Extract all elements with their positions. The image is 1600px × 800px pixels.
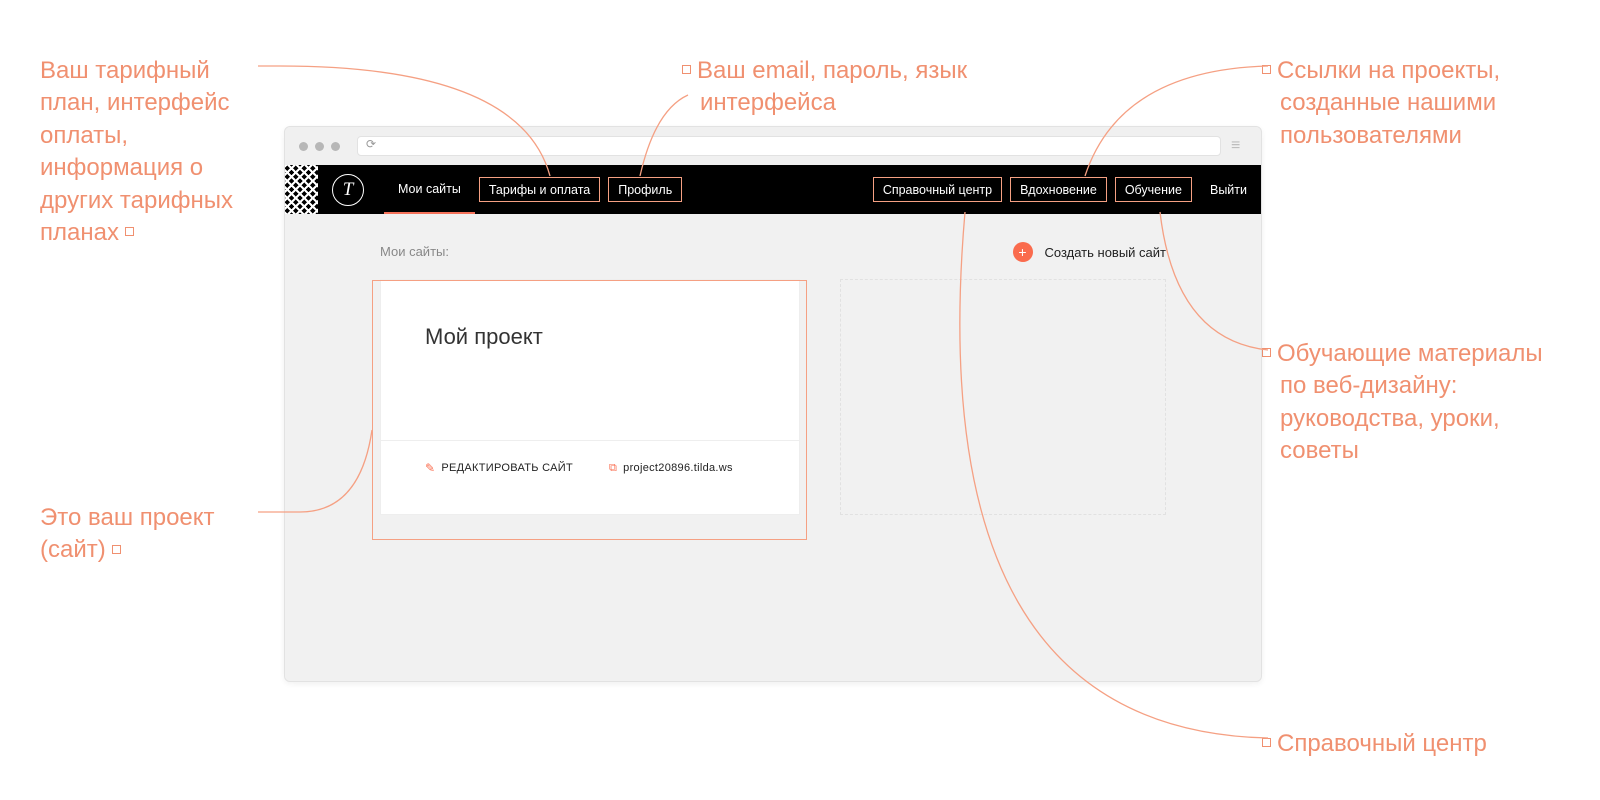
- url-bar[interactable]: [357, 136, 1221, 156]
- pencil-icon: ✎: [425, 461, 435, 475]
- create-site-label: Создать новый сайт: [1045, 245, 1167, 260]
- content-area: Мои сайты: + Создать новый сайт Мой прое…: [285, 214, 1261, 681]
- top-nav: T Мои сайты Тарифы и оплата Профиль Спра…: [285, 165, 1261, 214]
- annotation-help: Справочный центр: [1280, 728, 1570, 760]
- nav-my-sites[interactable]: Мои сайты: [384, 165, 475, 214]
- nav-logout[interactable]: Выйти: [1196, 165, 1261, 214]
- annotation-tariffs: Ваш тарифный план, интерфейс оплаты, инф…: [40, 55, 250, 249]
- nav-inspiration[interactable]: Вдохновение: [1006, 165, 1111, 214]
- annotation-project: Это ваш проект (сайт): [40, 502, 250, 567]
- nav-help[interactable]: Справочный центр: [869, 165, 1006, 214]
- annotation-profile: Ваш email, пароль, язык интерфейса: [700, 55, 1000, 120]
- plus-icon: +: [1013, 242, 1033, 262]
- project-title: Мой проект: [425, 324, 755, 350]
- create-site-button[interactable]: + Создать новый сайт: [1013, 242, 1167, 262]
- project-url-link[interactable]: ⧉project20896.tilda.ws: [609, 461, 733, 475]
- browser-window: ≡ T Мои сайты Тарифы и оплата Профиль Сп…: [284, 126, 1262, 682]
- empty-slot: [840, 279, 1166, 515]
- nav-tariffs[interactable]: Тарифы и оплата: [475, 165, 604, 214]
- project-card[interactable]: Мой проект ✎РЕДАКТИРОВАТЬ САЙТ ⧉project2…: [380, 279, 800, 515]
- window-dot: [299, 142, 308, 151]
- nav-learning[interactable]: Обучение: [1111, 165, 1196, 214]
- annotation-learning: Обучающие материалы по веб-дизайну: руко…: [1280, 338, 1570, 468]
- browser-titlebar: ≡: [285, 127, 1261, 165]
- external-link-icon: ⧉: [609, 462, 617, 475]
- pattern-decoration: [285, 165, 318, 214]
- window-dot: [331, 142, 340, 151]
- hamburger-icon[interactable]: ≡: [1231, 138, 1247, 154]
- window-dot: [315, 142, 324, 151]
- logo-icon[interactable]: T: [332, 174, 364, 206]
- annotation-inspiration: Ссылки на проекты, созданные нашими поль…: [1280, 55, 1570, 152]
- nav-profile[interactable]: Профиль: [604, 165, 686, 214]
- edit-site-link[interactable]: ✎РЕДАКТИРОВАТЬ САЙТ: [425, 461, 573, 475]
